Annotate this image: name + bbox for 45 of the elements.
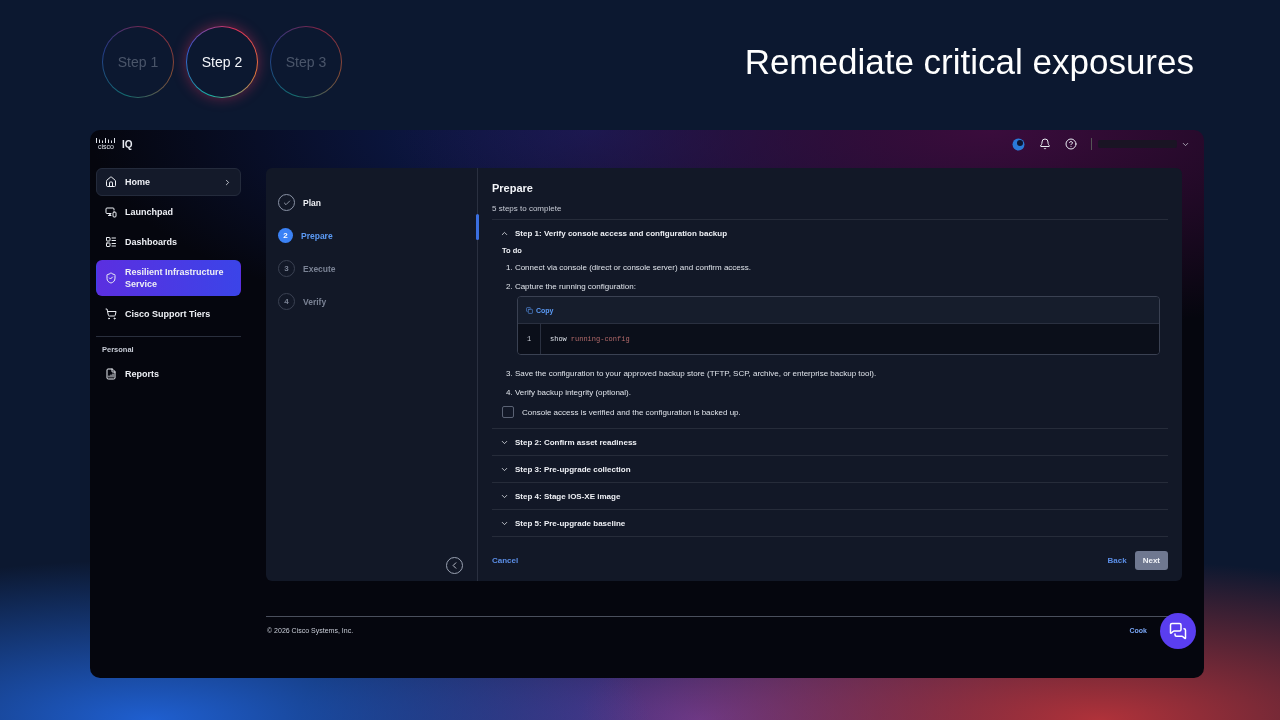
checkbox-label: Console access is verified and the configuration is backed up.: [522, 407, 741, 417]
accordion-header[interactable]: Step 5: Pre-upgrade baseline: [492, 510, 1168, 536]
sidebar-item[interactable]: Home: [96, 168, 241, 196]
step-label[interactable]: Verify: [303, 296, 327, 307]
cart-icon: [105, 308, 117, 320]
assistant-icon[interactable]: [1012, 137, 1025, 151]
accordion-header[interactable]: Step 3: Pre-upgrade collection: [492, 456, 1168, 482]
back-button[interactable]: Back: [1107, 555, 1127, 565]
step-label[interactable]: Plan: [303, 197, 321, 208]
cancel-button[interactable]: Cancel: [492, 555, 519, 565]
checkbox[interactable]: [502, 406, 514, 418]
chat-icon: [1169, 622, 1187, 640]
step-circle: Step 2: [186, 26, 258, 98]
sidebar-item[interactable]: Launchpad: [96, 198, 241, 226]
accordion-header[interactable]: Step 2: Confirm asset readiness: [492, 429, 1168, 455]
accordion-header[interactable]: Step 4: Stage IOS-XE image: [492, 483, 1168, 509]
home-icon: [105, 176, 117, 188]
step-marker: 2: [278, 228, 293, 243]
instruction-text: 1. Connect via console (direct or console server) and confirm access.: [505, 262, 752, 274]
chevron-icon: [223, 177, 232, 187]
step-circle: Step 1: [102, 26, 174, 98]
product-name: IQ: [122, 138, 133, 150]
monitor-icon: [105, 206, 117, 218]
check-icon: [282, 198, 291, 207]
sidebar-item[interactable]: Cisco Support Tiers: [96, 300, 241, 328]
instruction-text: 4. Verify backup integrity (optional).: [505, 387, 632, 399]
accordion-header[interactable]: Step 1: Verify console access and configuration backup: [492, 220, 1168, 246]
headline: Remediate critical exposures: [744, 42, 1194, 82]
shield-icon: [105, 272, 117, 284]
sidebar-item[interactable]: Reports: [96, 360, 241, 388]
sidebar-item[interactable]: Dashboards: [96, 228, 241, 256]
help-icon[interactable]: [1065, 138, 1077, 150]
list-icon: [105, 236, 117, 248]
report-icon: [105, 368, 117, 380]
step-circle: Step 3: [270, 26, 342, 98]
sidebar-item[interactable]: Resilient Infrastructure Service: [96, 260, 241, 296]
step-label[interactable]: Execute: [303, 263, 336, 274]
copy-icon: [526, 306, 533, 314]
panel-title: Prepare: [492, 182, 534, 194]
instruction-text: 2. Capture the running configuration:: [505, 281, 637, 293]
chat-button[interactable]: [1160, 613, 1196, 649]
notifications-icon[interactable]: [1039, 138, 1051, 150]
instruction-text: 3. Save the configuration to your approved backup store (TFTP, SCP, archive, or enterprise backup tool).: [505, 368, 878, 380]
panel-subtitle: 5 steps to complete: [492, 204, 563, 213]
step-label[interactable]: Prepare: [301, 230, 333, 241]
